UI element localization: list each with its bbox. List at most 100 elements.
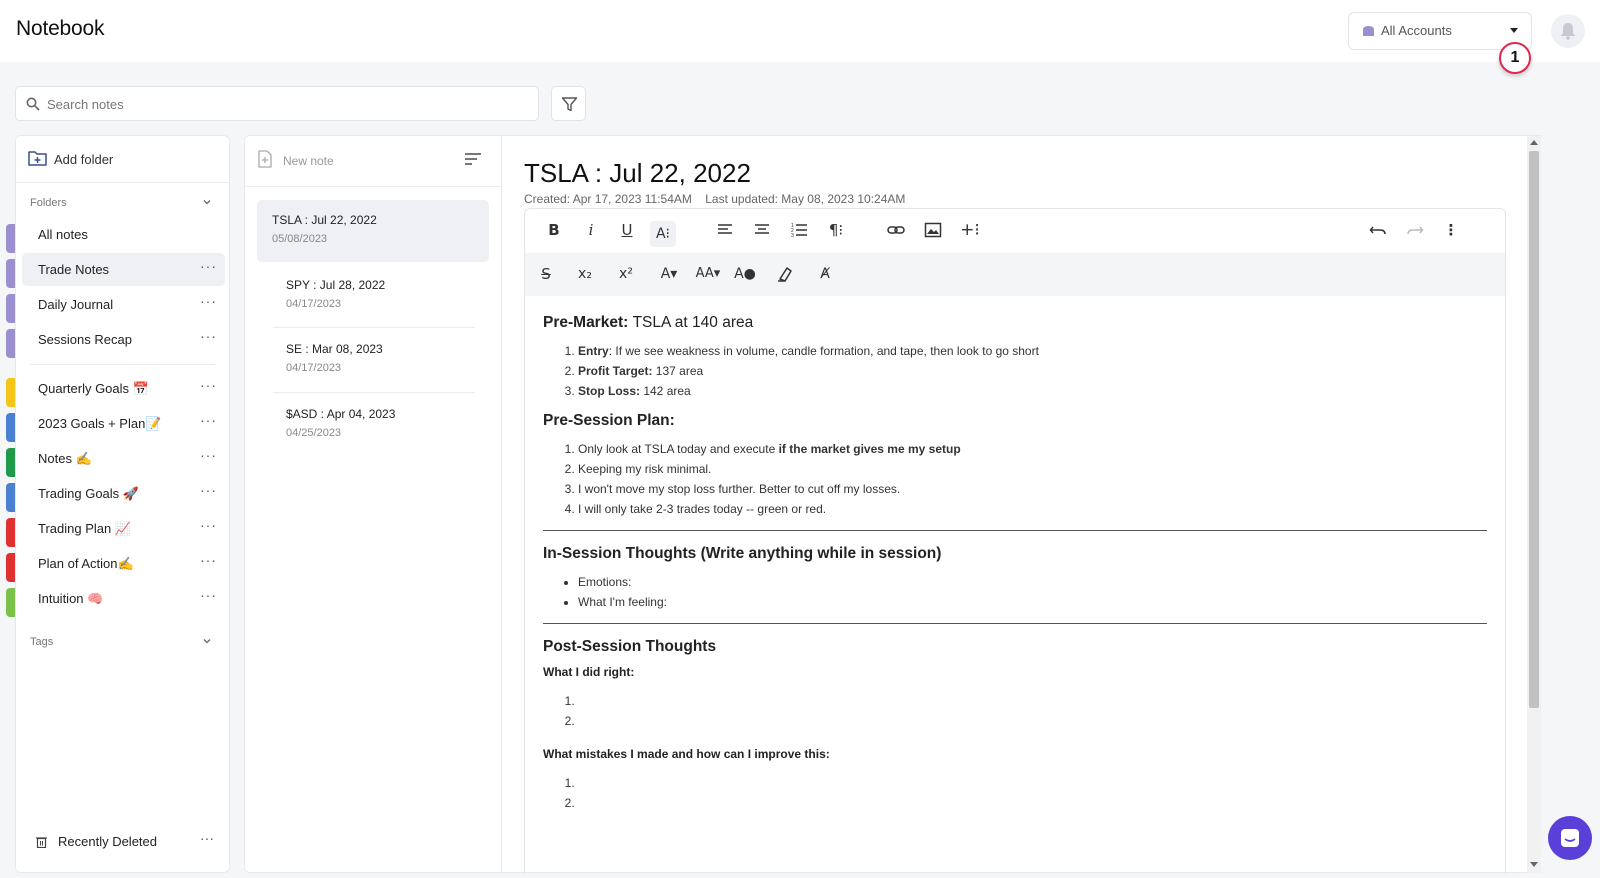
more-icon[interactable]: ···: [200, 482, 217, 498]
new-note-button[interactable]: New note: [257, 150, 397, 172]
folders-section-label: Folders: [30, 197, 67, 209]
folder-item-intuition[interactable]: Intuition 🧠 ···: [22, 582, 225, 615]
add-folder-label: Add folder: [54, 152, 114, 167]
insert-icon[interactable]: +⁝: [957, 217, 983, 243]
trash-icon: [36, 837, 47, 848]
divider: [273, 392, 475, 393]
note-list-item[interactable]: TSLA : Jul 22, 2022 05/08/2023: [257, 200, 489, 262]
search-input[interactable]: [47, 93, 527, 115]
more-icon[interactable]: ···: [200, 328, 217, 344]
notification-button[interactable]: [1551, 14, 1585, 48]
italic-icon[interactable]: i: [578, 217, 604, 243]
divider: [543, 530, 1487, 531]
presession-list: Only look at TSLA today and execute if t…: [578, 439, 1487, 519]
folder-label: Sessions Recap: [38, 332, 132, 347]
list-item: I won't move my stop loss further. Bette…: [578, 479, 1487, 499]
note-content[interactable]: Pre-Market: TSLA at 140 area Entry: If w…: [524, 296, 1506, 874]
chat-icon: [1561, 829, 1579, 847]
editor-panel: TSLA : Jul 22, 2022 Created: Apr 17, 202…: [501, 135, 1541, 874]
more-icon[interactable]: ···: [200, 258, 217, 274]
folder-color-tab: [6, 329, 15, 358]
note-heading[interactable]: TSLA : Jul 22, 2022: [524, 158, 751, 189]
bold-icon[interactable]: B: [541, 217, 567, 243]
more-icon[interactable]: ···: [200, 517, 217, 533]
folder-label: Trading Goals 🚀: [38, 486, 139, 501]
did-right-list: [578, 691, 1487, 731]
folder-item-all-notes[interactable]: All notes: [22, 218, 225, 251]
more-icon[interactable]: ···: [200, 552, 217, 568]
note-list-item[interactable]: SPY : Jul 28, 2022 04/17/2023: [271, 265, 503, 327]
folder-color-tab: [6, 413, 15, 442]
folder-label: Notes ✍️: [38, 451, 92, 466]
new-note-label: New note: [283, 154, 334, 168]
text-case-icon[interactable]: AA▾: [691, 261, 725, 287]
folder-item-daily-journal[interactable]: Daily Journal ···: [22, 288, 225, 321]
folder-label: Daily Journal: [38, 297, 114, 312]
filter-button[interactable]: [551, 86, 586, 121]
folder-color-tab: [6, 259, 15, 288]
add-folder-button[interactable]: Add folder: [28, 148, 218, 172]
more-icon[interactable]: ···: [200, 293, 217, 309]
sort-icon[interactable]: [464, 152, 482, 166]
presession-heading: Pre-Session Plan:: [543, 412, 675, 429]
eraser-icon[interactable]: [772, 261, 798, 287]
more-icon[interactable]: ⋮: [1438, 217, 1464, 243]
superscript-icon[interactable]: x²: [613, 261, 639, 287]
undo-icon[interactable]: [1365, 217, 1391, 243]
align-left-icon[interactable]: [712, 217, 738, 243]
strikethrough-icon[interactable]: S: [533, 261, 559, 287]
more-icon[interactable]: ···: [200, 377, 217, 393]
clear-format-icon[interactable]: Ⱥ: [812, 261, 838, 287]
align-center-icon[interactable]: [749, 217, 775, 243]
folder-color-tab: [6, 294, 15, 323]
add-folder-icon: [28, 151, 47, 166]
font-color-icon[interactable]: A▾: [653, 261, 685, 287]
scrollbar-thumb[interactable]: [1529, 151, 1539, 708]
paragraph-icon[interactable]: ¶⁝: [823, 217, 849, 243]
note-title: $ASD : Apr 04, 2023: [286, 407, 396, 421]
list-item: Profit Target: 137 area: [578, 361, 1487, 381]
image-icon[interactable]: [920, 217, 946, 243]
list-item: [578, 793, 1487, 813]
folder-item-trade-notes[interactable]: Trade Notes ···: [22, 253, 225, 286]
highlight-icon[interactable]: A●: [732, 261, 758, 287]
more-icon[interactable]: ···: [200, 587, 217, 603]
subscript-icon[interactable]: x₂: [572, 261, 598, 287]
app-title: Notebook: [16, 17, 105, 40]
folder-item-trading-goals[interactable]: Trading Goals 🚀 ···: [22, 477, 225, 510]
premarket-heading-text: TSLA at 140 area: [632, 314, 754, 331]
redo-icon[interactable]: [1402, 217, 1428, 243]
folder-item-notes[interactable]: Notes ✍️ ···: [22, 442, 225, 475]
scroll-down-arrow-icon[interactable]: [1530, 862, 1538, 867]
more-icon[interactable]: ···: [200, 412, 217, 428]
divider: [273, 327, 475, 328]
folder-color-tab: [6, 518, 15, 547]
font-size-icon[interactable]: A⁝: [650, 221, 676, 247]
folder-item-trading-plan[interactable]: Trading Plan 📈 ···: [22, 512, 225, 545]
list-item-bold: Stop Loss:: [578, 384, 640, 398]
more-icon[interactable]: ···: [200, 830, 214, 846]
search-box: [15, 86, 539, 121]
underline-icon[interactable]: U: [614, 217, 640, 243]
chevron-down-icon: [1510, 28, 1518, 33]
folder-item-quarterly-goals[interactable]: Quarterly Goals 📅 ···: [22, 372, 225, 405]
divider: [16, 182, 229, 183]
note-list-item[interactable]: $ASD : Apr 04, 2023 04/25/2023: [271, 394, 503, 456]
scroll-up-arrow-icon[interactable]: [1530, 140, 1538, 145]
more-icon[interactable]: ···: [200, 447, 217, 463]
folder-item-plan-of-action[interactable]: Plan of Action✍️ ···: [22, 547, 225, 580]
link-icon[interactable]: [883, 217, 909, 243]
created-date: Created: Apr 17, 2023 11:54AM: [524, 192, 692, 206]
note-list-item[interactable]: SE : Mar 08, 2023 04/17/2023: [271, 329, 503, 391]
recently-deleted-item[interactable]: Recently Deleted ···: [22, 827, 225, 857]
top-bar: Notebook All Accounts: [0, 0, 1600, 62]
note-title: SE : Mar 08, 2023: [286, 342, 383, 356]
folder-item-2023-goals-plan[interactable]: 2023 Goals + Plan📝 ···: [22, 407, 225, 440]
folder-color-tab: [6, 448, 15, 477]
chevron-down-icon[interactable]: [202, 636, 212, 646]
ordered-list-icon[interactable]: 123: [786, 217, 812, 243]
chevron-down-icon[interactable]: [202, 197, 212, 207]
chat-button[interactable]: [1548, 816, 1592, 860]
folder-item-sessions-recap[interactable]: Sessions Recap ···: [22, 323, 225, 356]
note-date: 04/25/2023: [286, 427, 342, 439]
